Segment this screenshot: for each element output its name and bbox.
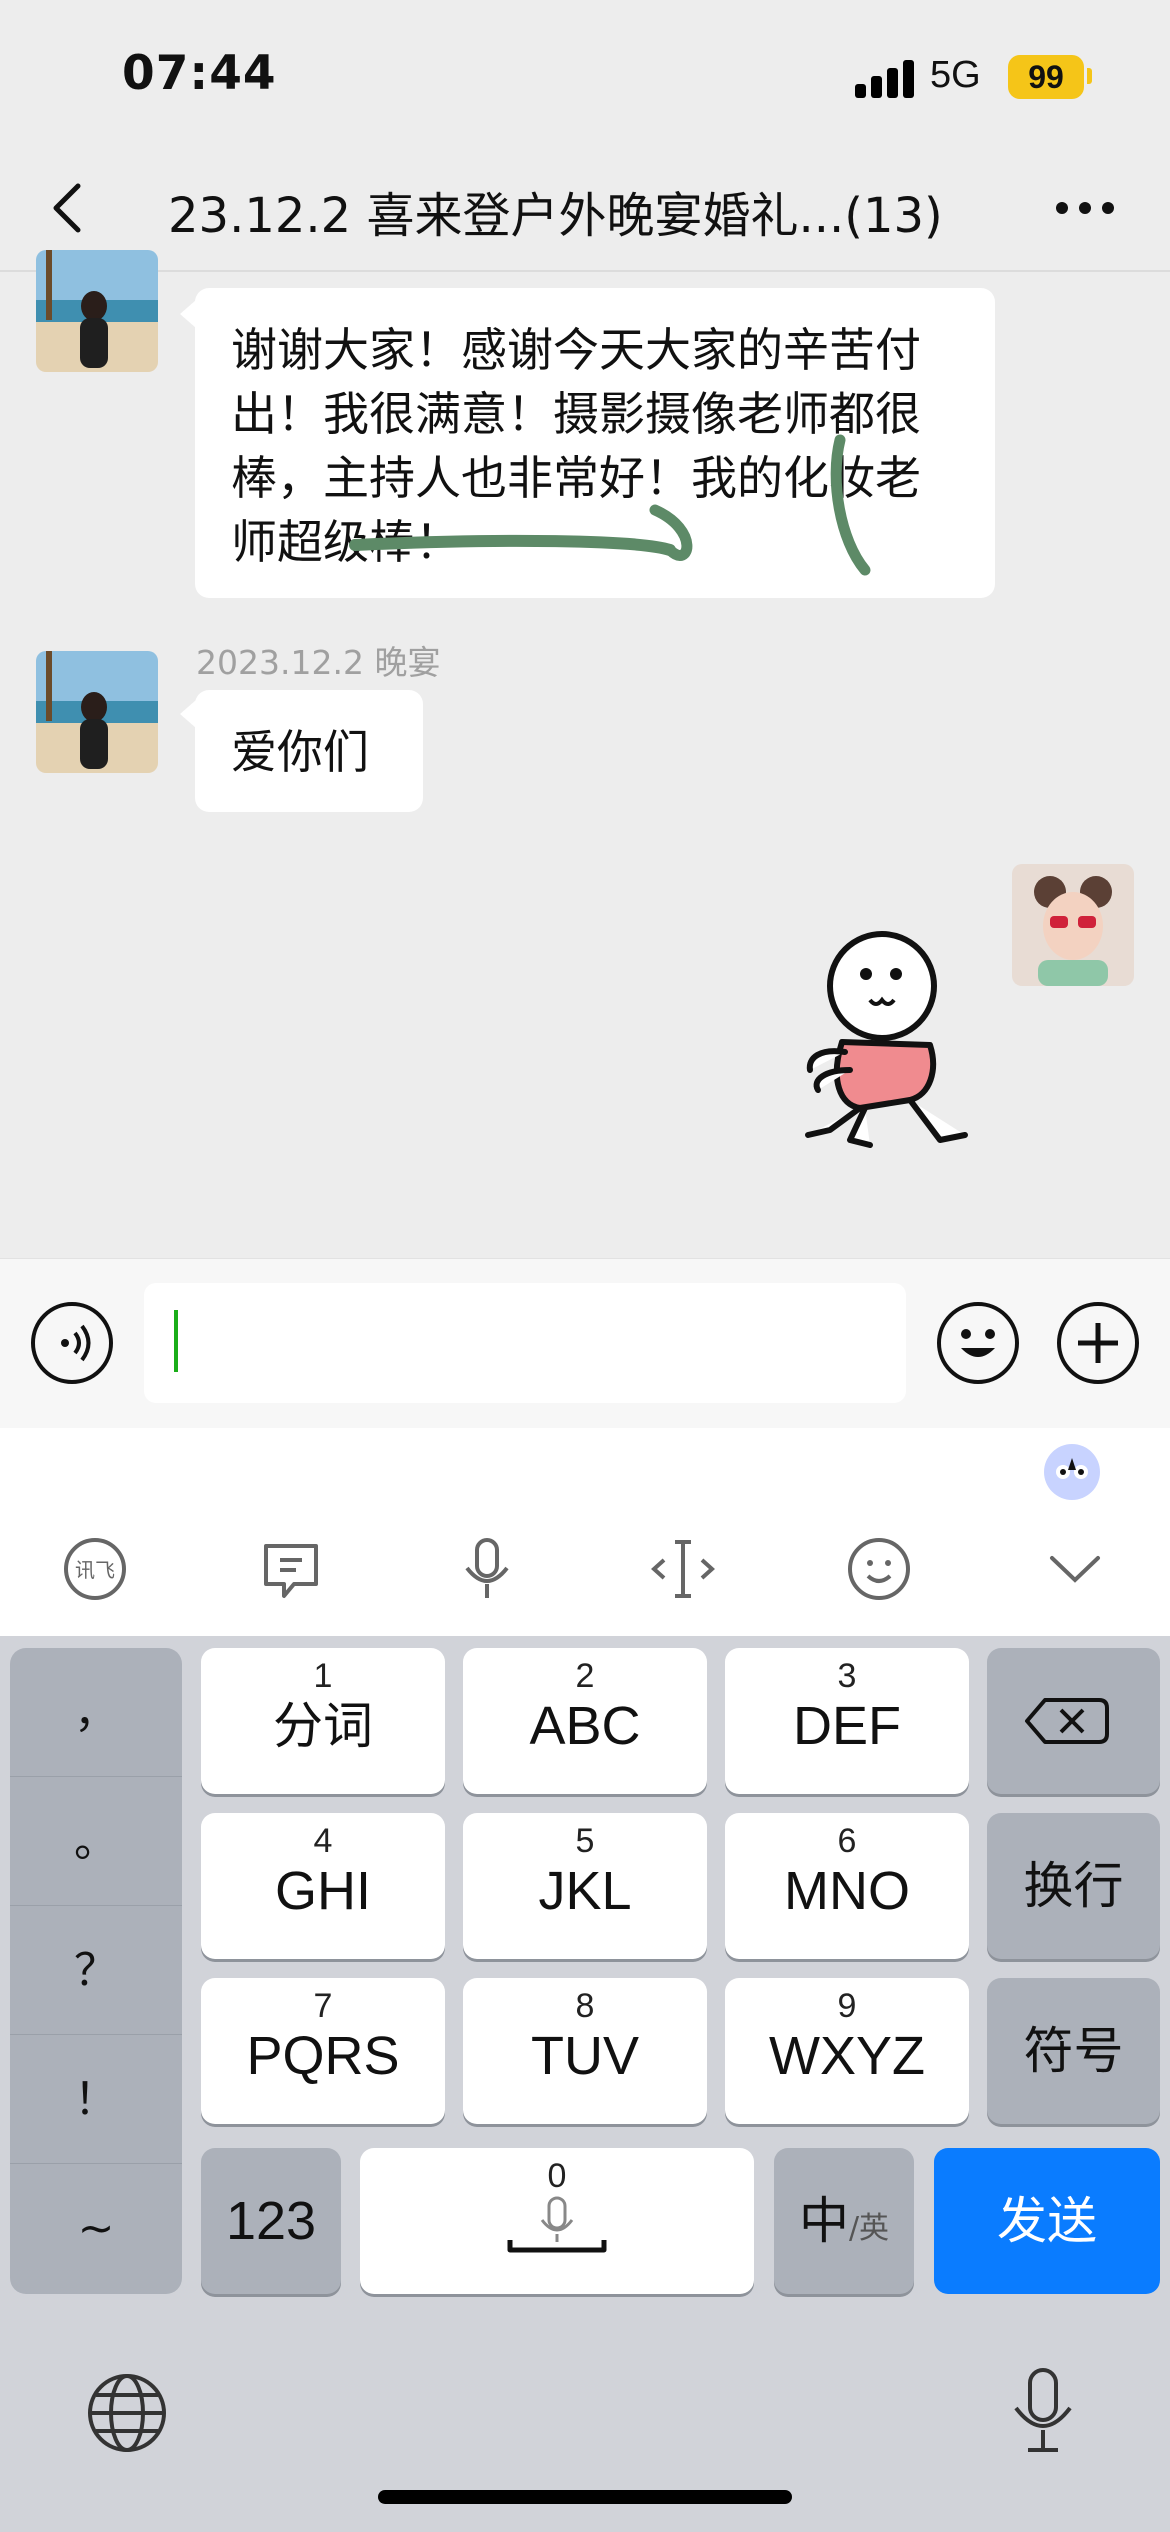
- mic-tool-icon[interactable]: [452, 1534, 522, 1604]
- key-9[interactable]: 9 WXYZ: [725, 1978, 969, 2124]
- chevron-down-icon[interactable]: [1040, 1534, 1110, 1604]
- key-number: 9: [837, 1987, 857, 2025]
- my-avatar[interactable]: [1012, 864, 1134, 986]
- punct-key[interactable]: ，: [10, 1648, 182, 1777]
- header-divider: [0, 270, 1170, 272]
- status-time: 07:44: [122, 46, 277, 101]
- key-number: 7: [313, 1987, 333, 2025]
- language-key[interactable]: 中/英: [774, 2148, 914, 2294]
- key-4[interactable]: 4 GHI: [201, 1813, 445, 1959]
- backspace-key[interactable]: [987, 1648, 1160, 1794]
- battery-tip: [1087, 68, 1092, 84]
- punctuation-column[interactable]: ， 。 ？ ！ ~: [10, 1648, 182, 2294]
- network-type: 5G: [930, 54, 981, 96]
- key-1[interactable]: 1 分词: [201, 1648, 445, 1794]
- xunfei-logo-icon[interactable]: 讯飞: [60, 1534, 130, 1604]
- text-caret: [174, 1310, 178, 1372]
- smiley-tool-icon[interactable]: [844, 1534, 914, 1604]
- assistant-bird-icon[interactable]: [1040, 1440, 1104, 1504]
- key-label: JKL: [538, 1861, 632, 1921]
- key-5[interactable]: 5 JKL: [463, 1813, 707, 1959]
- bubble-tail: [180, 700, 196, 728]
- key-label: 分词: [273, 1697, 373, 1755]
- key-label: MNO: [784, 1861, 910, 1921]
- key-2[interactable]: 2 ABC: [463, 1648, 707, 1794]
- lang-alt: /英: [848, 2211, 890, 2246]
- message-sender-label: 2023.12.2 晚宴: [196, 643, 441, 682]
- plus-icon[interactable]: [1057, 1302, 1139, 1384]
- globe-icon[interactable]: [84, 2370, 170, 2456]
- lang-main: 中: [798, 2192, 849, 2250]
- back-icon[interactable]: [40, 178, 100, 238]
- space-key[interactable]: 0: [360, 2148, 754, 2294]
- bubble-tail: [180, 300, 196, 328]
- punct-key[interactable]: ？: [10, 1906, 182, 2035]
- key-3[interactable]: 3 DEF: [725, 1648, 969, 1794]
- annotation-marks: [349, 434, 871, 576]
- key-label: DEF: [793, 1696, 901, 1756]
- avatar[interactable]: [36, 651, 158, 773]
- key-number: 1: [313, 1657, 333, 1695]
- key-number: 3: [837, 1657, 857, 1695]
- key-number: 4: [313, 1822, 333, 1860]
- key-number: 6: [837, 1822, 857, 1860]
- key-number: 2: [575, 1657, 595, 1695]
- battery-indicator: 99: [1008, 55, 1084, 99]
- backspace-icon: [1025, 1698, 1109, 1744]
- keyboard-toolbar: [0, 1428, 1170, 1636]
- svg-text:讯飞: 讯飞: [75, 1558, 115, 1582]
- key-label: ABC: [529, 1696, 641, 1756]
- punct-key[interactable]: ！: [10, 2035, 182, 2164]
- home-indicator[interactable]: [378, 2490, 792, 2504]
- sticker-image[interactable]: [790, 930, 980, 1160]
- punct-key[interactable]: 。: [10, 1777, 182, 1906]
- punct-key[interactable]: ~: [10, 2164, 182, 2293]
- message-input[interactable]: [144, 1283, 906, 1403]
- key-7[interactable]: 7 PQRS: [201, 1978, 445, 2124]
- newline-key[interactable]: 换行: [987, 1813, 1160, 1959]
- more-icon[interactable]: [1050, 178, 1120, 238]
- avatar[interactable]: [36, 250, 158, 372]
- key-6[interactable]: 6 MNO: [725, 1813, 969, 1959]
- numbers-key[interactable]: 123: [201, 2148, 341, 2294]
- voice-icon[interactable]: [31, 1302, 113, 1384]
- chat-title: 23.12.2 喜来登户外晚宴婚礼...(13): [168, 188, 943, 244]
- cursor-move-icon[interactable]: [648, 1534, 718, 1604]
- send-button[interactable]: 发送: [934, 2148, 1160, 2294]
- message-bubble[interactable]: 爱你们: [195, 690, 423, 812]
- key-label: WXYZ: [769, 2026, 925, 2086]
- key-label: PQRS: [246, 2026, 400, 2086]
- key-number: 8: [575, 1987, 595, 2025]
- signal-icon: [855, 60, 915, 98]
- key-number: 5: [575, 1822, 595, 1860]
- mic-small-icon: [507, 2196, 607, 2253]
- symbols-key[interactable]: 符号: [987, 1978, 1160, 2124]
- clipboard-icon[interactable]: [256, 1534, 326, 1604]
- key-number: 0: [547, 2157, 567, 2195]
- key-label: GHI: [274, 1861, 371, 1921]
- key-8[interactable]: 8 TUV: [463, 1978, 707, 2124]
- emoji-icon[interactable]: [937, 1302, 1019, 1384]
- mic-icon[interactable]: [1000, 2364, 1086, 2460]
- key-label: TUV: [531, 2026, 639, 2086]
